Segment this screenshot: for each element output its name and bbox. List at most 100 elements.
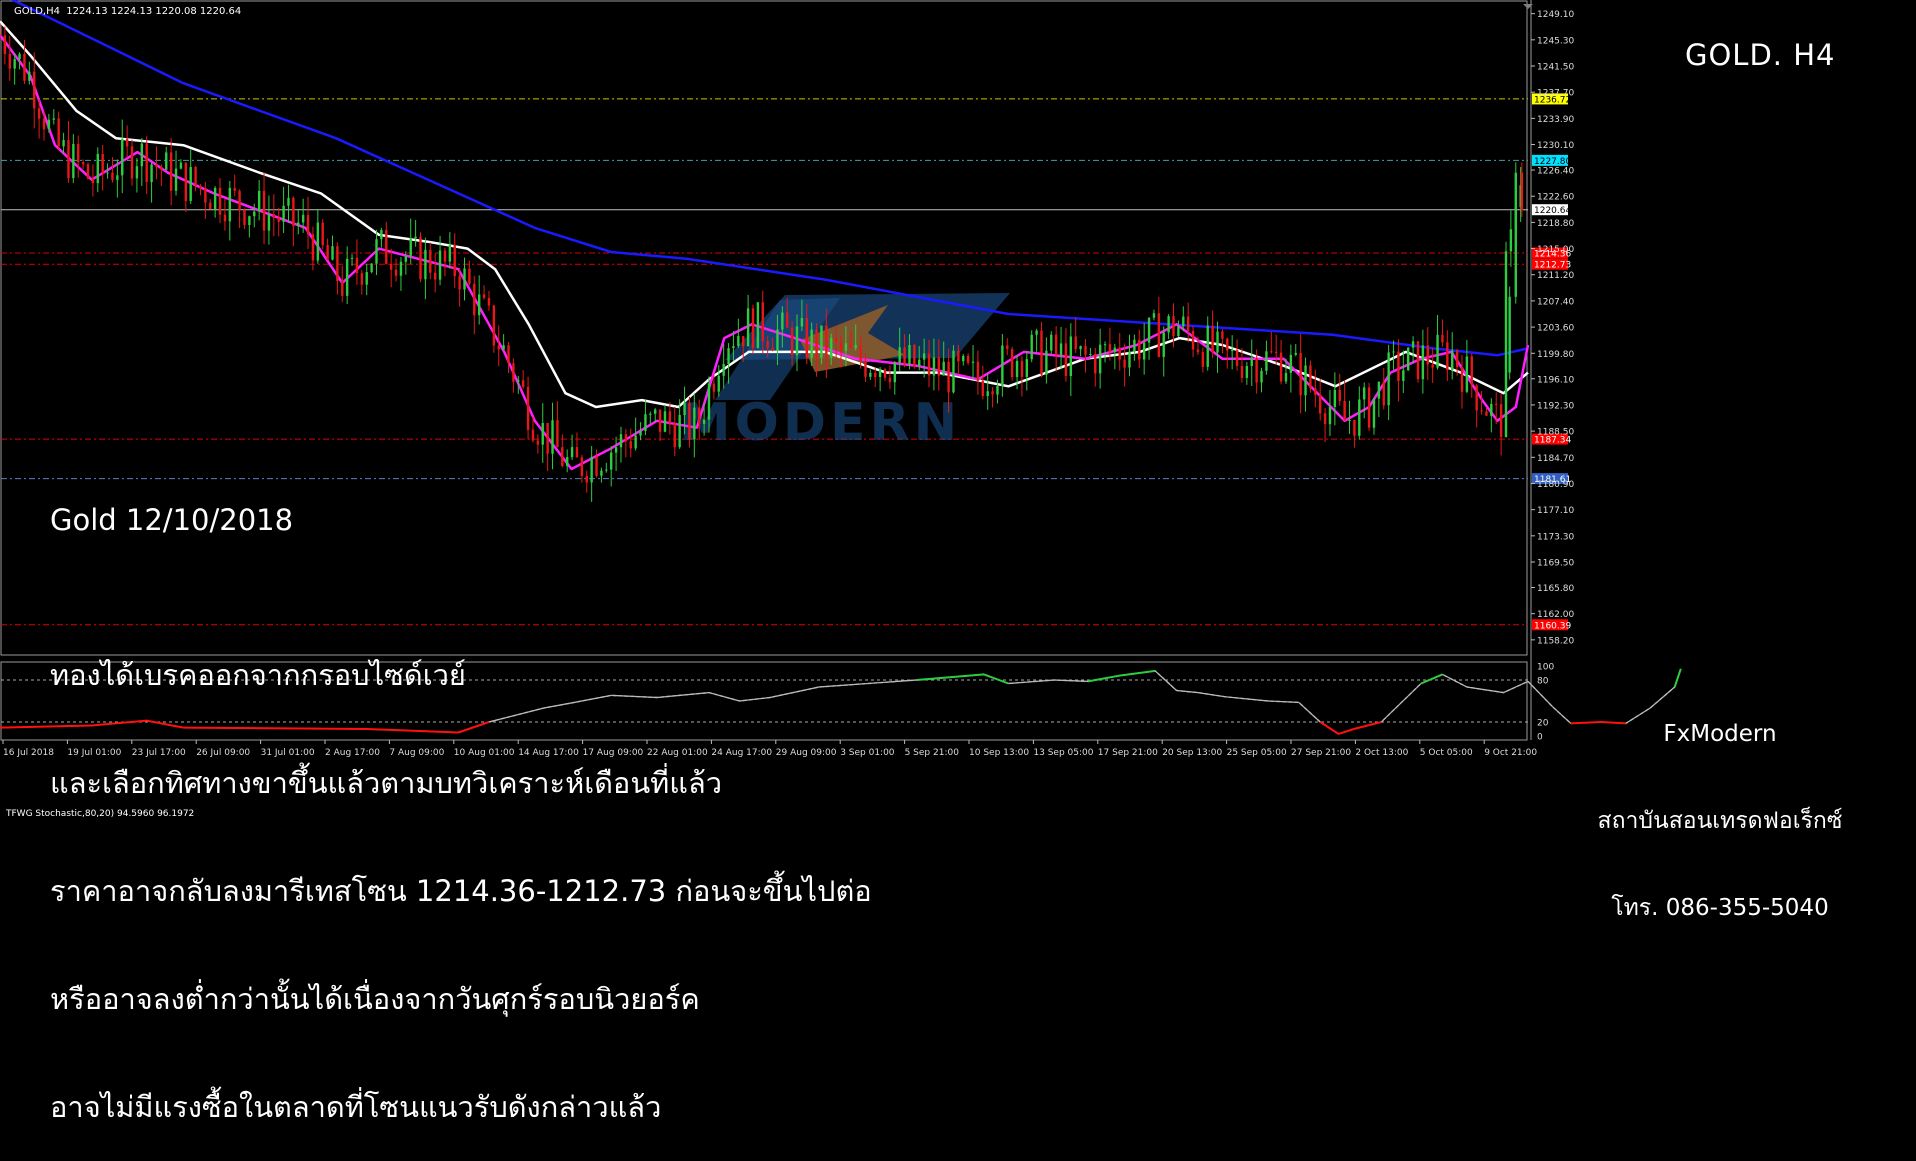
candle-body xyxy=(429,249,432,273)
candle-body xyxy=(859,344,862,361)
candle-body xyxy=(1191,330,1195,350)
price-tick-label: 1222.60 xyxy=(1537,193,1574,203)
candle-body xyxy=(742,336,745,347)
company-name: FxModern xyxy=(1663,721,1777,747)
candle-body xyxy=(1480,410,1483,412)
candle-body xyxy=(1436,334,1439,368)
analysis-date: Gold 12/10/2018 xyxy=(50,503,294,537)
candle-body xyxy=(184,162,188,201)
candle-body xyxy=(306,214,310,235)
candle-body xyxy=(790,327,794,356)
candle-body xyxy=(898,347,901,363)
candle-body xyxy=(1123,359,1126,368)
candle-body xyxy=(438,250,442,280)
candle-body xyxy=(443,250,447,262)
candle-body xyxy=(678,415,681,448)
candle-body xyxy=(1470,356,1473,386)
candle-body xyxy=(1407,347,1410,371)
candle-body xyxy=(614,447,618,453)
candle-body xyxy=(1054,334,1058,356)
candle-body xyxy=(1035,330,1038,335)
candle-body xyxy=(1289,354,1293,373)
candle-body xyxy=(888,377,892,383)
candle-body xyxy=(702,419,706,424)
company-subtitle: สถาบันสอนเทรดฟอเร็กซ์ xyxy=(1597,808,1843,834)
candle-body xyxy=(111,172,114,180)
candle-body xyxy=(590,456,593,483)
candle-body xyxy=(135,166,139,179)
candle-body xyxy=(1089,353,1092,355)
candle-body xyxy=(8,53,11,69)
price-tick-label: 1245.30 xyxy=(1537,36,1574,46)
candle-body xyxy=(942,361,945,376)
candle-body xyxy=(570,447,574,458)
candle-body xyxy=(746,308,750,347)
candle-body xyxy=(1451,350,1454,370)
candle-body xyxy=(1309,365,1312,389)
date-tick-label: 25 Sep 05:00 xyxy=(1227,748,1287,758)
candle-body xyxy=(1098,344,1102,374)
candle-body xyxy=(238,190,241,210)
candle-body xyxy=(927,353,931,376)
candle-body xyxy=(1045,350,1048,375)
candle-body xyxy=(717,375,720,392)
candle-body xyxy=(805,318,808,358)
candle-body xyxy=(663,411,667,432)
candle-body xyxy=(253,211,256,217)
price-tick-label: 1158.20 xyxy=(1537,636,1574,646)
candle-body xyxy=(649,413,652,415)
candle-body xyxy=(976,361,980,381)
price-tick-label: 1211.20 xyxy=(1537,271,1574,281)
candle-body xyxy=(991,391,994,395)
candle-body xyxy=(130,146,134,179)
candle-body xyxy=(1514,172,1517,297)
candle-body xyxy=(96,154,99,184)
candle-body xyxy=(0,35,2,36)
analysis-line: หรืออาจลงต่ำกว่านั้นได้เนื่องจากวันศุกร์… xyxy=(50,982,700,1016)
symbol-info-label: GOLD,H4 1224.13 1224.13 1220.08 1220.64 xyxy=(14,6,242,17)
candle-body xyxy=(355,257,359,274)
price-tick-label: 1241.50 xyxy=(1537,63,1574,73)
candle-body xyxy=(610,452,613,470)
candle-body xyxy=(1465,356,1469,392)
candle-body xyxy=(468,268,471,284)
company-info: FxModern สถาบันสอนเทรดฟอเร็กซ์ โทร. 086-… xyxy=(1520,662,1916,952)
candle-body xyxy=(1411,341,1415,348)
candle-body xyxy=(91,178,95,184)
candle-body xyxy=(1455,350,1459,368)
candle-body xyxy=(1304,365,1307,396)
candle-body xyxy=(1508,296,1511,373)
candle-body xyxy=(404,255,408,262)
candle-body xyxy=(218,187,222,215)
candle-body xyxy=(360,273,364,285)
candle-body xyxy=(72,143,75,179)
candle-body xyxy=(365,272,368,285)
candle-body xyxy=(1201,352,1205,367)
candle-body xyxy=(155,164,158,168)
candle-body xyxy=(517,380,520,382)
candle-body xyxy=(1348,419,1351,421)
candle-body xyxy=(810,329,813,358)
candle-body xyxy=(849,343,852,349)
candle-body xyxy=(683,403,686,416)
date-tick-label: 27 Sep 21:00 xyxy=(1291,748,1351,758)
candle-body xyxy=(140,143,143,167)
price-tick-label: 1177.10 xyxy=(1537,506,1574,516)
candle-body xyxy=(160,167,163,170)
candle-body xyxy=(1040,330,1043,375)
candle-body xyxy=(1230,350,1234,352)
candle-body xyxy=(595,456,598,476)
candle-body xyxy=(1274,351,1278,353)
candle-body xyxy=(385,229,388,264)
candle-body xyxy=(952,350,955,393)
candle-body xyxy=(213,187,217,210)
candle-body xyxy=(28,71,31,81)
candle-body xyxy=(473,283,476,316)
candle-body xyxy=(947,361,950,393)
candle-body xyxy=(864,360,867,377)
candle-body xyxy=(23,53,26,81)
candle-body xyxy=(463,268,466,290)
candle-body xyxy=(482,294,486,298)
candle-body xyxy=(629,441,632,449)
price-tick-label: 1196.10 xyxy=(1537,375,1574,385)
